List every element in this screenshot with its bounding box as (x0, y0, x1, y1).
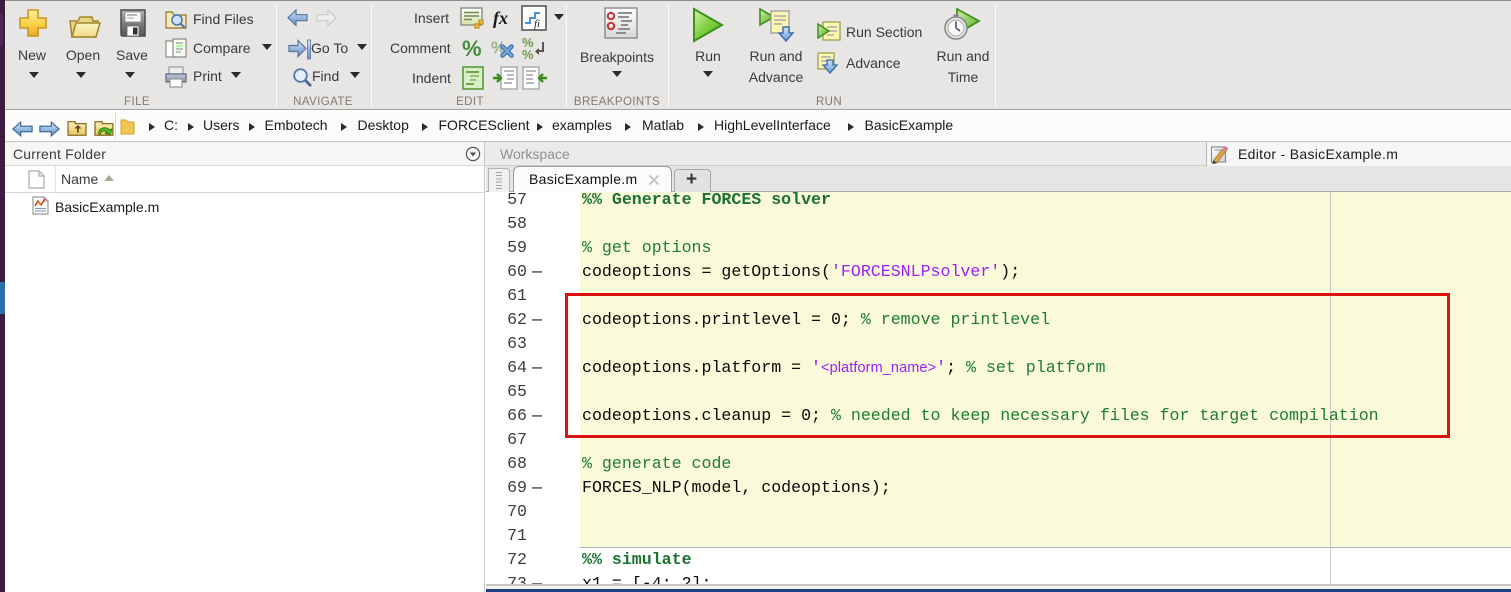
svg-text:fx: fx (493, 8, 508, 28)
svg-text:%: % (522, 47, 534, 61)
svg-text:fi: fi (534, 18, 540, 30)
svg-text:%: % (462, 36, 482, 60)
